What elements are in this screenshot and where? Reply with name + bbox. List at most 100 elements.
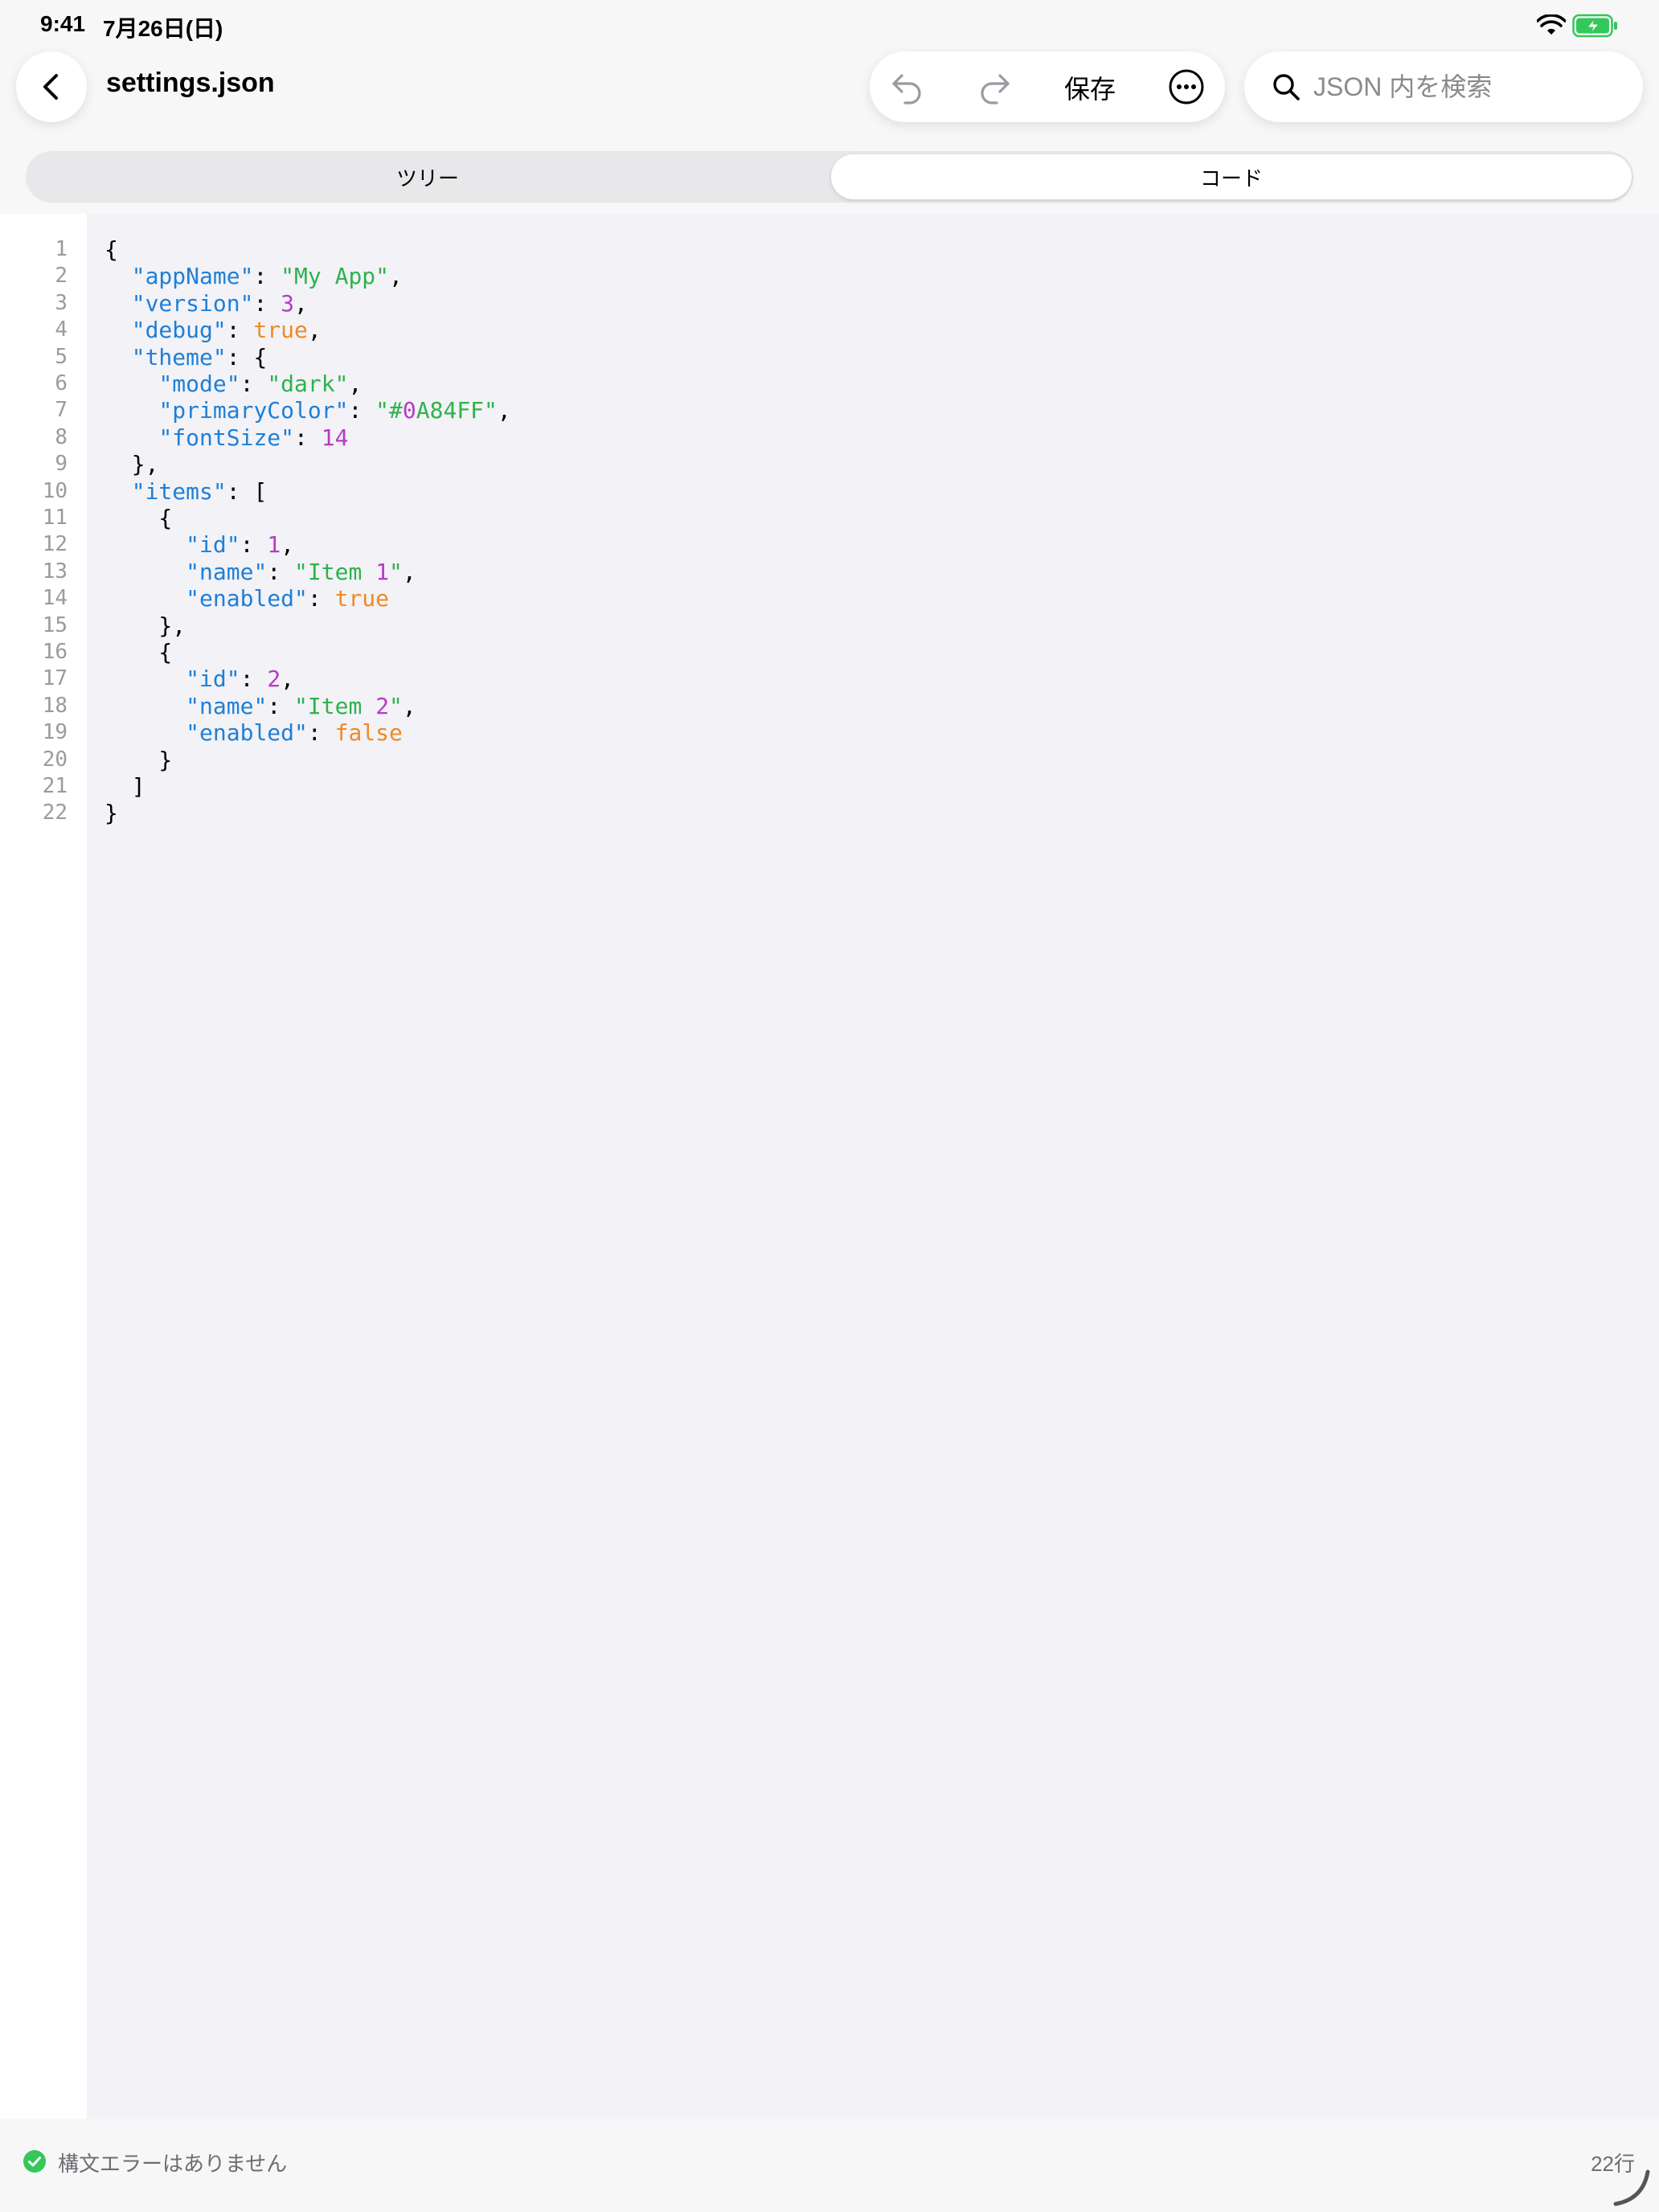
chevron-left-icon: [43, 74, 58, 100]
code-token: 2: [267, 666, 281, 693]
code-token: :: [294, 424, 322, 451]
back-button[interactable]: [16, 51, 87, 122]
code-token: 14: [321, 424, 349, 451]
line-number: 18: [42, 693, 68, 718]
line-number: 12: [42, 532, 68, 557]
line-number: 16: [42, 640, 68, 664]
code-token: ]: [104, 773, 145, 800]
battery-charging-icon: [1572, 14, 1617, 38]
code-token: ": [389, 692, 403, 719]
tab-code[interactable]: コード: [831, 154, 1632, 199]
code-token: ,: [348, 371, 363, 397]
status-time: 9:41: [40, 11, 86, 36]
code-line: {: [104, 236, 118, 263]
line-number: 10: [42, 478, 68, 503]
code-token: "id": [186, 531, 240, 559]
checkmark-circle-icon: [23, 2150, 46, 2173]
code-token: "name": [186, 558, 268, 585]
code-line: "name": "Item 2",: [104, 693, 416, 719]
code-token: "appName": [131, 263, 254, 290]
code-line: "mode": "dark",: [104, 371, 362, 397]
code-token: : [: [226, 477, 268, 505]
code-token: :: [307, 585, 335, 612]
code-token: ,: [497, 397, 511, 424]
code-token: ,: [281, 666, 295, 693]
code-line: "items": [: [104, 477, 268, 505]
resize-handle-icon[interactable]: [1611, 2167, 1653, 2209]
line-number: 3: [55, 290, 68, 315]
code-token: "debug": [131, 317, 227, 344]
code-line: "id": 1,: [104, 531, 294, 558]
line-number-gutter: 1 2 3 4 5 6 7 8 9 10 11 12 13 14 15 16 17 18 19 20 21 22: [0, 214, 87, 2119]
code-token: :: [226, 317, 254, 344]
line-number: 11: [42, 506, 68, 530]
code-token: ,: [402, 558, 416, 585]
code-token: A84FF": [416, 397, 498, 424]
code-line: "theme": {: [104, 344, 268, 371]
line-number: 6: [55, 371, 68, 395]
code-line: }: [104, 800, 118, 826]
line-number: 15: [42, 612, 68, 637]
code-token: :: [267, 692, 295, 719]
code-token: ,: [389, 263, 403, 290]
line-number: 17: [42, 666, 68, 691]
line-number: 13: [42, 559, 68, 584]
search-bar: [1244, 51, 1643, 122]
code-token: "Item: [294, 558, 376, 585]
code-line: ]: [104, 773, 145, 800]
code-token: {: [104, 236, 118, 263]
code-line: "id": 2,: [104, 666, 294, 692]
magnifier-icon: [1273, 74, 1300, 100]
code-token: :: [240, 371, 268, 397]
status-bar: 9:41 7月26日(日): [0, 0, 1659, 51]
line-number: 2: [55, 264, 68, 289]
code-token: {: [104, 505, 173, 531]
code-line: "fontSize": 14: [104, 424, 348, 451]
code-line: "appName": "My App",: [104, 263, 403, 289]
code-token: "enabled": [186, 719, 308, 747]
code-token: true: [253, 317, 308, 344]
line-number: 1: [55, 237, 68, 261]
code-token: :: [240, 531, 268, 559]
code-token: ,: [294, 289, 308, 317]
status-footer: 構文エラーはありません 22行: [0, 2119, 1659, 2212]
redo-icon[interactable]: [976, 68, 1014, 106]
code-token: true: [334, 585, 390, 612]
code-token: "enabled": [186, 585, 308, 612]
code-token: :: [253, 289, 281, 317]
line-number: 14: [42, 586, 68, 611]
save-button[interactable]: 保存: [1064, 69, 1116, 106]
code-token: },: [104, 612, 186, 639]
code-editor[interactable]: { "appName": "My App", "version": 3, "de…: [87, 214, 1659, 2119]
line-number: 9: [55, 452, 68, 477]
search-input[interactable]: [1313, 66, 1619, 108]
code-token: 0: [402, 397, 416, 424]
line-number: 22: [42, 801, 68, 825]
tab-tree[interactable]: ツリー: [27, 154, 828, 199]
code-token: "name": [186, 692, 268, 719]
undo-icon[interactable]: [887, 68, 926, 106]
code-token: ": [389, 558, 403, 585]
code-token: }: [104, 746, 173, 773]
line-number: 7: [55, 398, 68, 423]
code-token: ,: [281, 531, 295, 559]
code-line: "version": 3,: [104, 290, 308, 317]
ellipsis-circle-icon[interactable]: [1167, 68, 1206, 106]
code-line: }: [104, 747, 172, 773]
line-number: 4: [55, 317, 68, 342]
code-token: 3: [281, 289, 295, 317]
code-token: "mode": [158, 371, 240, 397]
